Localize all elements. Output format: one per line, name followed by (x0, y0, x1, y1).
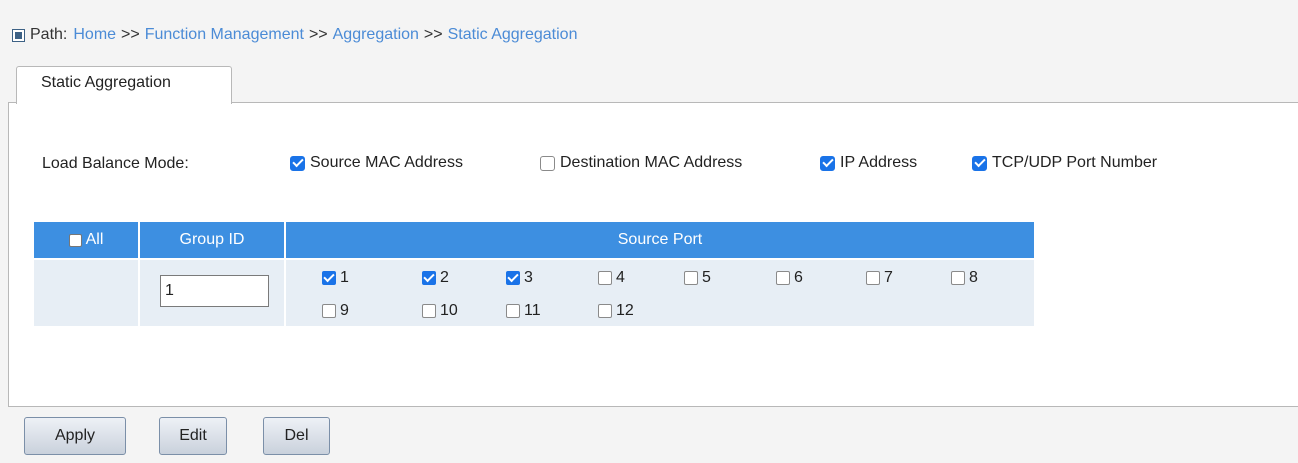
port-checkbox[interactable] (951, 271, 965, 285)
source-mac-label: Source MAC Address (310, 154, 463, 171)
breadcrumb-static-aggregation-link[interactable]: Static Aggregation (448, 26, 578, 44)
port-option[interactable]: 8 (951, 269, 978, 287)
breadcrumb-separator: >> (121, 26, 140, 43)
ip-address-label: IP Address (840, 154, 918, 171)
header-group-id: Group ID (140, 222, 284, 258)
aggregation-table: All Group ID Source Port 1 2 3 4 5 6 7 8… (34, 222, 1034, 326)
source-mac-option[interactable]: Source MAC Address (290, 154, 463, 172)
group-id-input[interactable] (160, 275, 269, 307)
breadcrumb-separator: >> (308, 26, 328, 43)
destination-mac-checkbox[interactable] (540, 155, 555, 171)
port-checkbox[interactable] (322, 304, 336, 318)
port-option[interactable]: 10 (422, 302, 458, 320)
header-source-port: Source Port (286, 222, 1034, 258)
port-label: 11 (524, 302, 541, 319)
tcp-udp-port-option[interactable]: TCP/UDP Port Number (972, 154, 1157, 172)
port-label: 5 (702, 269, 711, 286)
port-option[interactable]: 12 (598, 302, 634, 320)
port-label: 4 (616, 269, 625, 286)
ip-address-option[interactable]: IP Address (820, 154, 917, 172)
port-checkbox[interactable] (866, 271, 880, 285)
port-label: 3 (524, 269, 533, 286)
tab-static-aggregation[interactable]: Static Aggregation (16, 66, 232, 104)
ip-address-checkbox[interactable] (820, 155, 835, 171)
breadcrumb-function-management-link[interactable]: Function Management (145, 26, 304, 44)
destination-mac-label: Destination MAC Address (560, 154, 743, 171)
path-square-icon (12, 28, 25, 42)
port-option[interactable]: 3 (506, 269, 533, 287)
port-checkbox[interactable] (422, 271, 436, 285)
port-checkbox[interactable] (422, 304, 436, 318)
row-source-port-cell: 1 2 3 4 5 6 7 8 9 10 11 12 (286, 260, 1034, 326)
breadcrumb: Path: Home >> Function Management >> Agg… (12, 24, 577, 46)
row-all-cell (34, 260, 138, 326)
del-button[interactable]: Del (263, 417, 330, 455)
port-checkbox[interactable] (598, 304, 612, 318)
port-label: 2 (440, 269, 449, 286)
breadcrumb-separator: >> (423, 26, 443, 43)
breadcrumb-home-link[interactable]: Home (73, 26, 116, 44)
port-option[interactable]: 5 (684, 269, 711, 287)
port-option[interactable]: 7 (866, 269, 893, 287)
port-option[interactable]: 2 (422, 269, 449, 287)
source-mac-checkbox[interactable] (290, 155, 305, 171)
port-option[interactable]: 6 (776, 269, 803, 287)
port-option[interactable]: 9 (322, 302, 349, 320)
port-label: 6 (794, 269, 803, 286)
port-label: 8 (969, 269, 978, 286)
tcp-udp-port-checkbox[interactable] (972, 155, 987, 171)
header-all: All (34, 222, 138, 258)
tcp-udp-port-label: TCP/UDP Port Number (992, 154, 1158, 171)
header-all-label: All (85, 231, 104, 248)
port-checkbox[interactable] (506, 271, 520, 285)
load-balance-mode-label: Load Balance Mode: (42, 155, 189, 172)
port-option[interactable]: 11 (506, 302, 541, 320)
port-label: 9 (340, 302, 349, 319)
port-checkbox[interactable] (684, 271, 698, 285)
path-label: Path: (30, 26, 68, 43)
edit-button[interactable]: Edit (159, 417, 227, 455)
port-checkbox[interactable] (322, 271, 336, 285)
apply-button[interactable]: Apply (24, 417, 126, 455)
destination-mac-option[interactable]: Destination MAC Address (540, 154, 742, 172)
port-label: 1 (340, 269, 349, 286)
port-checkbox[interactable] (506, 304, 520, 318)
port-checkbox[interactable] (776, 271, 790, 285)
port-label: 12 (616, 302, 634, 319)
port-label: 7 (884, 269, 893, 286)
port-label: 10 (440, 302, 458, 319)
port-checkbox[interactable] (598, 271, 612, 285)
breadcrumb-aggregation-link[interactable]: Aggregation (333, 26, 419, 44)
port-option[interactable]: 1 (322, 269, 349, 287)
select-all-checkbox[interactable] (68, 233, 82, 247)
port-option[interactable]: 4 (598, 269, 625, 287)
row-group-id-cell (140, 260, 284, 326)
